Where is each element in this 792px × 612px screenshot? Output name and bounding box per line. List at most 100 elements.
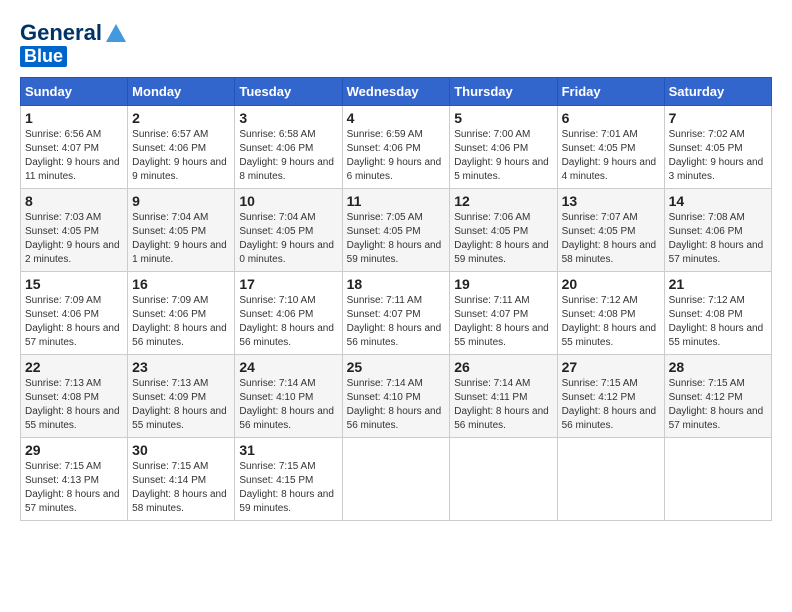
week-row-4: 22 Sunrise: 7:13 AM Sunset: 4:08 PM Dayl… (21, 355, 772, 438)
day-info: Sunrise: 7:11 AM Sunset: 4:07 PM Dayligh… (347, 294, 446, 350)
header-friday: Friday (557, 78, 664, 106)
calendar-cell: 14 Sunrise: 7:08 AM Sunset: 4:06 PM Dayl… (664, 189, 771, 272)
calendar-cell: 3 Sunrise: 6:58 AM Sunset: 4:06 PM Dayli… (235, 106, 342, 189)
day-info: Sunrise: 7:15 AM Sunset: 4:14 PM Dayligh… (132, 460, 230, 516)
header-tuesday: Tuesday (235, 78, 342, 106)
header: General Blue (20, 20, 772, 67)
day-number: 11 (347, 193, 446, 209)
day-info: Sunrise: 7:02 AM Sunset: 4:05 PM Dayligh… (669, 128, 767, 184)
day-info: Sunrise: 7:00 AM Sunset: 4:06 PM Dayligh… (454, 128, 552, 184)
day-info: Sunrise: 7:13 AM Sunset: 4:09 PM Dayligh… (132, 377, 230, 433)
calendar-cell: 23 Sunrise: 7:13 AM Sunset: 4:09 PM Dayl… (128, 355, 235, 438)
calendar-cell: 8 Sunrise: 7:03 AM Sunset: 4:05 PM Dayli… (21, 189, 128, 272)
calendar-cell: 19 Sunrise: 7:11 AM Sunset: 4:07 PM Dayl… (450, 272, 557, 355)
day-info: Sunrise: 7:12 AM Sunset: 4:08 PM Dayligh… (562, 294, 660, 350)
day-number: 13 (562, 193, 660, 209)
day-number: 28 (669, 359, 767, 375)
calendar-cell: 30 Sunrise: 7:15 AM Sunset: 4:14 PM Dayl… (128, 438, 235, 521)
logo: General Blue (20, 20, 126, 67)
day-info: Sunrise: 7:09 AM Sunset: 4:06 PM Dayligh… (132, 294, 230, 350)
week-row-5: 29 Sunrise: 7:15 AM Sunset: 4:13 PM Dayl… (21, 438, 772, 521)
day-number: 31 (239, 442, 337, 458)
week-row-1: 1 Sunrise: 6:56 AM Sunset: 4:07 PM Dayli… (21, 106, 772, 189)
day-number: 27 (562, 359, 660, 375)
day-info: Sunrise: 7:04 AM Sunset: 4:05 PM Dayligh… (132, 211, 230, 267)
day-info: Sunrise: 7:03 AM Sunset: 4:05 PM Dayligh… (25, 211, 123, 267)
day-info: Sunrise: 6:56 AM Sunset: 4:07 PM Dayligh… (25, 128, 123, 184)
calendar-cell: 6 Sunrise: 7:01 AM Sunset: 4:05 PM Dayli… (557, 106, 664, 189)
calendar-cell: 22 Sunrise: 7:13 AM Sunset: 4:08 PM Dayl… (21, 355, 128, 438)
day-number: 30 (132, 442, 230, 458)
calendar-cell: 17 Sunrise: 7:10 AM Sunset: 4:06 PM Dayl… (235, 272, 342, 355)
day-info: Sunrise: 6:59 AM Sunset: 4:06 PM Dayligh… (347, 128, 446, 184)
calendar-cell: 1 Sunrise: 6:56 AM Sunset: 4:07 PM Dayli… (21, 106, 128, 189)
day-number: 17 (239, 276, 337, 292)
header-wednesday: Wednesday (342, 78, 450, 106)
day-info: Sunrise: 7:01 AM Sunset: 4:05 PM Dayligh… (562, 128, 660, 184)
day-info: Sunrise: 7:10 AM Sunset: 4:06 PM Dayligh… (239, 294, 337, 350)
calendar-cell (557, 438, 664, 521)
day-number: 19 (454, 276, 552, 292)
day-number: 2 (132, 110, 230, 126)
day-number: 26 (454, 359, 552, 375)
day-info: Sunrise: 7:14 AM Sunset: 4:11 PM Dayligh… (454, 377, 552, 433)
calendar-cell (342, 438, 450, 521)
calendar-cell: 11 Sunrise: 7:05 AM Sunset: 4:05 PM Dayl… (342, 189, 450, 272)
header-saturday: Saturday (664, 78, 771, 106)
calendar-cell: 12 Sunrise: 7:06 AM Sunset: 4:05 PM Dayl… (450, 189, 557, 272)
logo-blue: Blue (20, 46, 67, 67)
calendar-cell: 7 Sunrise: 7:02 AM Sunset: 4:05 PM Dayli… (664, 106, 771, 189)
calendar-cell: 29 Sunrise: 7:15 AM Sunset: 4:13 PM Dayl… (21, 438, 128, 521)
calendar-cell: 15 Sunrise: 7:09 AM Sunset: 4:06 PM Dayl… (21, 272, 128, 355)
day-info: Sunrise: 7:04 AM Sunset: 4:05 PM Dayligh… (239, 211, 337, 267)
day-number: 18 (347, 276, 446, 292)
calendar-cell: 24 Sunrise: 7:14 AM Sunset: 4:10 PM Dayl… (235, 355, 342, 438)
day-info: Sunrise: 7:14 AM Sunset: 4:10 PM Dayligh… (347, 377, 446, 433)
day-info: Sunrise: 7:06 AM Sunset: 4:05 PM Dayligh… (454, 211, 552, 267)
calendar-cell: 16 Sunrise: 7:09 AM Sunset: 4:06 PM Dayl… (128, 272, 235, 355)
day-info: Sunrise: 7:15 AM Sunset: 4:15 PM Dayligh… (239, 460, 337, 516)
day-number: 23 (132, 359, 230, 375)
day-number: 22 (25, 359, 123, 375)
week-row-2: 8 Sunrise: 7:03 AM Sunset: 4:05 PM Dayli… (21, 189, 772, 272)
header-sunday: Sunday (21, 78, 128, 106)
calendar-cell: 10 Sunrise: 7:04 AM Sunset: 4:05 PM Dayl… (235, 189, 342, 272)
calendar-cell: 21 Sunrise: 7:12 AM Sunset: 4:08 PM Dayl… (664, 272, 771, 355)
calendar-cell: 18 Sunrise: 7:11 AM Sunset: 4:07 PM Dayl… (342, 272, 450, 355)
calendar-cell: 27 Sunrise: 7:15 AM Sunset: 4:12 PM Dayl… (557, 355, 664, 438)
calendar-cell: 25 Sunrise: 7:14 AM Sunset: 4:10 PM Dayl… (342, 355, 450, 438)
day-info: Sunrise: 6:57 AM Sunset: 4:06 PM Dayligh… (132, 128, 230, 184)
day-number: 3 (239, 110, 337, 126)
day-number: 24 (239, 359, 337, 375)
day-number: 29 (25, 442, 123, 458)
calendar-cell: 4 Sunrise: 6:59 AM Sunset: 4:06 PM Dayli… (342, 106, 450, 189)
day-number: 16 (132, 276, 230, 292)
calendar-cell: 2 Sunrise: 6:57 AM Sunset: 4:06 PM Dayli… (128, 106, 235, 189)
calendar-header-row: SundayMondayTuesdayWednesdayThursdayFrid… (21, 78, 772, 106)
calendar-cell: 9 Sunrise: 7:04 AM Sunset: 4:05 PM Dayli… (128, 189, 235, 272)
day-info: Sunrise: 7:07 AM Sunset: 4:05 PM Dayligh… (562, 211, 660, 267)
day-number: 7 (669, 110, 767, 126)
day-number: 8 (25, 193, 123, 209)
day-number: 20 (562, 276, 660, 292)
calendar-cell: 5 Sunrise: 7:00 AM Sunset: 4:06 PM Dayli… (450, 106, 557, 189)
day-info: Sunrise: 7:15 AM Sunset: 4:12 PM Dayligh… (669, 377, 767, 433)
calendar-cell: 20 Sunrise: 7:12 AM Sunset: 4:08 PM Dayl… (557, 272, 664, 355)
day-number: 25 (347, 359, 446, 375)
calendar-cell: 26 Sunrise: 7:14 AM Sunset: 4:11 PM Dayl… (450, 355, 557, 438)
day-info: Sunrise: 7:14 AM Sunset: 4:10 PM Dayligh… (239, 377, 337, 433)
day-info: Sunrise: 7:11 AM Sunset: 4:07 PM Dayligh… (454, 294, 552, 350)
day-number: 1 (25, 110, 123, 126)
calendar-cell: 31 Sunrise: 7:15 AM Sunset: 4:15 PM Dayl… (235, 438, 342, 521)
calendar-cell: 28 Sunrise: 7:15 AM Sunset: 4:12 PM Dayl… (664, 355, 771, 438)
day-info: Sunrise: 7:09 AM Sunset: 4:06 PM Dayligh… (25, 294, 123, 350)
day-number: 5 (454, 110, 552, 126)
day-number: 6 (562, 110, 660, 126)
day-info: Sunrise: 7:13 AM Sunset: 4:08 PM Dayligh… (25, 377, 123, 433)
day-info: Sunrise: 7:08 AM Sunset: 4:06 PM Dayligh… (669, 211, 767, 267)
day-number: 21 (669, 276, 767, 292)
day-info: Sunrise: 6:58 AM Sunset: 4:06 PM Dayligh… (239, 128, 337, 184)
day-number: 15 (25, 276, 123, 292)
day-number: 12 (454, 193, 552, 209)
day-number: 14 (669, 193, 767, 209)
